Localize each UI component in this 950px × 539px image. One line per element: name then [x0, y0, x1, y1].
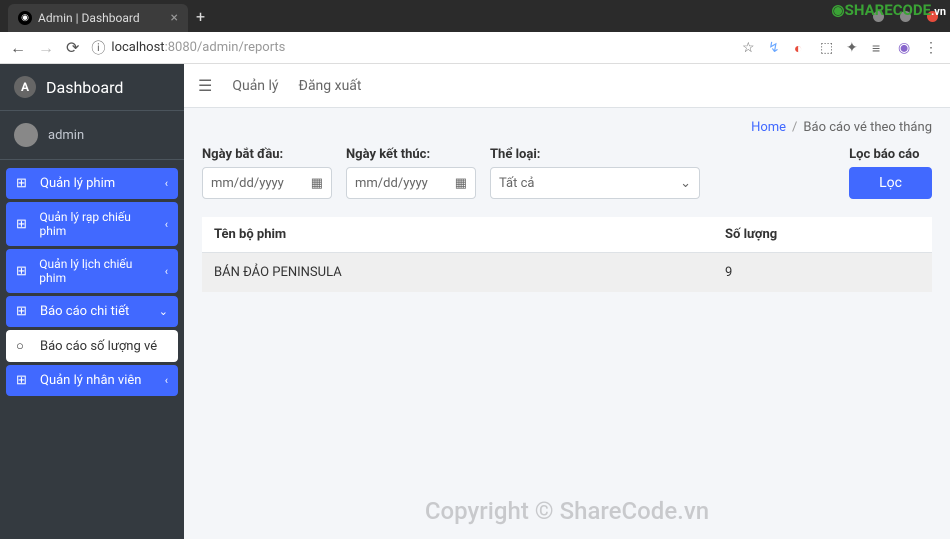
forward-button[interactable]: →	[38, 38, 54, 58]
url-field[interactable]: ⓘ localhost:8080/admin/reports	[91, 38, 730, 58]
topnav-manage[interactable]: Quản lý	[232, 78, 278, 94]
address-bar: ← → ⟳ ⓘ localhost:8080/admin/reports ☆ ↯…	[0, 32, 950, 64]
new-tab-button[interactable]: +	[196, 7, 205, 26]
cell-quantity: 9	[713, 253, 932, 293]
filter-section-label: Lọc báo cáo	[849, 147, 932, 162]
sidebar-item-ticket-report[interactable]: ○ Báo cáo số lượng vé	[6, 330, 178, 362]
dashboard-icon: ⊞	[16, 304, 32, 319]
hamburger-icon[interactable]: ☰	[198, 76, 212, 95]
profile-icon[interactable]: ◉	[898, 40, 914, 56]
extensions-icon[interactable]: ✦	[846, 40, 862, 56]
brand-text: Dashboard	[46, 78, 123, 97]
sidebar-item-schedules[interactable]: ⊞ Quản lý lịch chiếu phim ‹	[6, 249, 178, 293]
star-icon[interactable]: ☆	[742, 40, 758, 56]
sharecode-logo: ◉SHARECODE.vn	[832, 1, 946, 19]
avatar	[14, 123, 38, 147]
sidebar-item-label: Quản lý rạp chiếu phim	[39, 210, 156, 238]
col-quantity: Số lượng	[713, 217, 932, 253]
filter-bar: Ngày bắt đầu: mm/dd/yyyy ▦ Ngày kết thúc…	[202, 147, 932, 199]
report-table: Tên bộ phim Số lượng BÁN ĐẢO PENINSULA 9	[202, 217, 932, 292]
ext1-icon[interactable]: ↯	[768, 40, 784, 56]
ext4-icon[interactable]: ≡	[872, 40, 888, 56]
breadcrumb: Home / Báo cáo vé theo tháng	[733, 108, 950, 147]
chevron-left-icon: ‹	[165, 177, 168, 190]
calendar-icon: ▦	[455, 176, 467, 191]
sidebar-item-label: Quản lý lịch chiếu phim	[39, 257, 156, 285]
sidebar-item-staff[interactable]: ⊞ Quản lý nhân viên ‹	[6, 365, 178, 396]
topnav-logout[interactable]: Đăng xuất	[299, 78, 362, 94]
info-icon[interactable]: ⓘ	[91, 38, 105, 58]
filter-button[interactable]: Lọc	[849, 167, 932, 199]
genre-label: Thể loại:	[490, 147, 700, 162]
sidebar-item-label: Báo cáo số lượng vé	[40, 339, 157, 354]
sidebar-item-label: Quản lý nhân viên	[40, 373, 141, 388]
chevron-down-icon: ⌄	[680, 176, 691, 191]
start-date-label: Ngày bắt đầu:	[202, 147, 332, 162]
chevron-down-icon: ⌄	[159, 305, 168, 318]
cell-film-name: BÁN ĐẢO PENINSULA	[202, 253, 713, 293]
end-date-input[interactable]: mm/dd/yyyy ▦	[346, 167, 476, 199]
chevron-left-icon: ‹	[165, 374, 168, 387]
favicon-icon: ◉	[18, 11, 32, 25]
chevron-left-icon: ‹	[165, 218, 168, 231]
breadcrumb-separator: /	[792, 120, 797, 135]
sidebar-item-detail-report[interactable]: ⊞ Báo cáo chi tiết ⌄	[6, 296, 178, 327]
reload-button[interactable]: ⟳	[66, 38, 79, 57]
breadcrumb-current: Báo cáo vé theo tháng	[803, 120, 932, 135]
col-film-name: Tên bộ phim	[202, 217, 713, 253]
start-date-input[interactable]: mm/dd/yyyy ▦	[202, 167, 332, 199]
dashboard-icon: ⊞	[16, 217, 31, 232]
table-row: BÁN ĐẢO PENINSULA 9	[202, 253, 932, 293]
dashboard-icon: ⊞	[16, 264, 31, 279]
sidebar-item-films[interactable]: ⊞ Quản lý phim ‹	[6, 168, 178, 199]
calendar-icon: ▦	[311, 176, 323, 191]
brand[interactable]: A Dashboard	[0, 64, 184, 111]
nav-menu: ⊞ Quản lý phim ‹ ⊞ Quản lý rạp chiếu phi…	[0, 160, 184, 407]
dashboard-icon: ⊞	[16, 176, 32, 191]
breadcrumb-home[interactable]: Home	[751, 120, 786, 135]
main-content: ☰ Quản lý Đăng xuất ShareCode.vn Home / …	[184, 64, 950, 539]
ext3-icon[interactable]: ⬚	[820, 40, 836, 56]
genre-select[interactable]: Tất cả ⌄	[490, 167, 700, 199]
ext2-icon[interactable]: ◐	[794, 40, 810, 56]
browser-tab-bar: ◉ Admin | Dashboard × +	[0, 0, 950, 32]
username: admin	[48, 128, 84, 143]
topbar: ☰ Quản lý Đăng xuất	[184, 64, 950, 108]
user-panel[interactable]: admin	[0, 111, 184, 160]
chevron-left-icon: ‹	[165, 265, 168, 278]
sidebar-item-label: Quản lý phim	[40, 176, 115, 191]
sidebar: A Dashboard admin ⊞ Quản lý phim ‹ ⊞ Quả…	[0, 64, 184, 539]
end-date-label: Ngày kết thúc:	[346, 147, 476, 162]
tab-title: Admin | Dashboard	[38, 11, 140, 25]
sidebar-item-theaters[interactable]: ⊞ Quản lý rạp chiếu phim ‹	[6, 202, 178, 246]
circle-icon: ○	[16, 338, 32, 354]
watermark-footer: Copyright © ShareCode.vn	[425, 497, 709, 525]
browser-tab[interactable]: ◉ Admin | Dashboard ×	[8, 4, 188, 32]
menu-icon[interactable]: ⋮	[924, 40, 940, 56]
close-icon[interactable]: ×	[171, 10, 178, 26]
back-button[interactable]: ←	[10, 38, 26, 58]
dashboard-icon: ⊞	[16, 373, 32, 388]
brand-logo-icon: A	[14, 76, 36, 98]
sidebar-item-label: Báo cáo chi tiết	[40, 304, 129, 319]
